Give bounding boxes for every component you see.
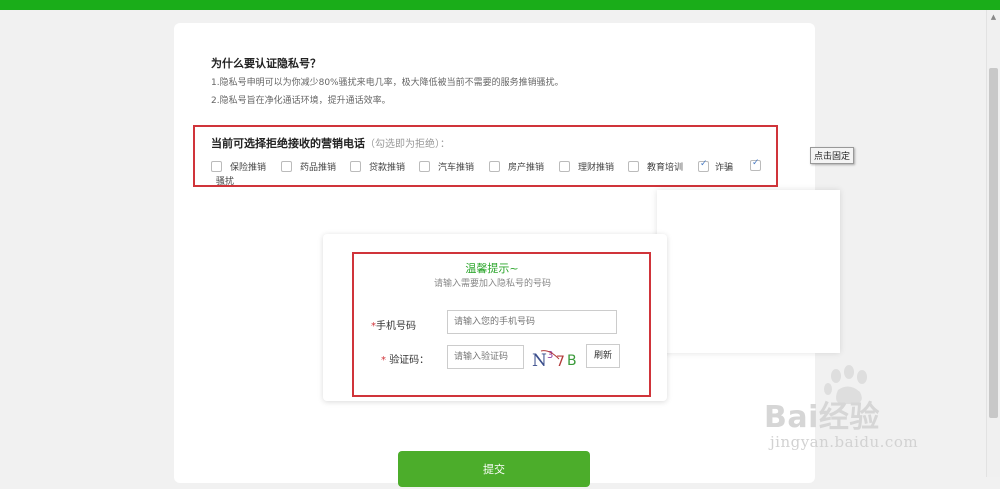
option-medicine[interactable]: 药品推销 [281,160,336,174]
option-label: 保险推销 [230,163,267,173]
checkbox[interactable] [350,161,361,172]
warm-tip-title: 温馨提示~ [465,262,519,275]
option-education[interactable]: 教育培训 [628,160,683,174]
option-label: 贷款推销 [369,163,406,173]
why-title: 为什么要认证隐私号？ [211,57,321,70]
options-title-text: 当前可选择拒绝接收的营销电话 [211,137,365,150]
options-title: 当前可选择拒绝接收的营销电话（勾选即为拒绝）： [211,135,450,151]
option-label: 诈骗 [715,163,734,173]
option-loan[interactable]: 贷款推销 [350,160,405,174]
option-label: 汽车推销 [438,163,475,173]
checkbox[interactable] [559,161,570,172]
option-harassment-checkbox[interactable] [750,158,769,174]
checkbox-checked[interactable] [750,158,761,171]
option-label: 房产推销 [508,163,545,173]
option-label: 理财推销 [578,163,615,173]
captcha-char-4: B [567,353,577,369]
phone-label-text: 手机号码 [376,321,416,332]
watermark-brand: Bai经验 [764,400,880,435]
top-brand-bar [0,0,1000,10]
code-label-text: 验证码： [389,355,430,366]
scroll-up-icon[interactable]: ▲ [989,12,998,22]
code-label: * 验证码： [381,351,429,366]
watermark-url: jingyan.baidu.com [770,433,919,451]
checkbox[interactable] [489,161,500,172]
captcha-char-1: N [532,351,547,369]
submit-button[interactable]: 提交 [398,451,590,487]
warm-tip-subtitle: 请输入需要加入隐私号的号码 [433,279,551,289]
checkbox[interactable] [281,161,292,172]
option-insurance[interactable]: 保险推销 [211,160,266,174]
option-real-estate[interactable]: 房产推销 [489,160,544,174]
refresh-captcha-button[interactable]: 刷新 [586,344,620,368]
option-car[interactable]: 汽车推销 [419,160,474,174]
options-hint: （勾选即为拒绝）： [365,139,450,150]
option-harassment-label: 骚扰 [216,177,235,187]
checkbox-checked[interactable] [698,159,709,172]
option-label: 教育培训 [647,163,684,173]
why-line-2: 2.隐私号旨在净化通话环境，提升通话效率。 [211,96,391,106]
checkbox[interactable] [419,161,430,172]
floating-panel [657,190,840,353]
captcha-image[interactable]: N 3 7 B [529,347,583,369]
checkbox[interactable] [211,161,222,172]
captcha-input[interactable] [447,345,524,369]
phone-input[interactable] [447,310,617,334]
checkbox[interactable] [628,161,639,172]
required-mark: * [381,355,386,366]
option-label: 药品推销 [300,163,337,173]
option-finance[interactable]: 理财推销 [559,160,614,174]
pin-tooltip[interactable]: 点击固定 [810,147,855,164]
scroll-thumb[interactable] [989,68,998,418]
option-fraud[interactable]: 诈骗 [698,159,734,174]
vertical-scrollbar[interactable]: ▲ [986,10,1000,477]
why-line-1: 1.隐私号申明可以为你减少80%骚扰来电几率，极大降低被当前不需要的服务推销骚扰… [211,78,564,88]
captcha-char-3: 7 [556,354,565,369]
phone-label: *手机号码 [371,317,416,332]
